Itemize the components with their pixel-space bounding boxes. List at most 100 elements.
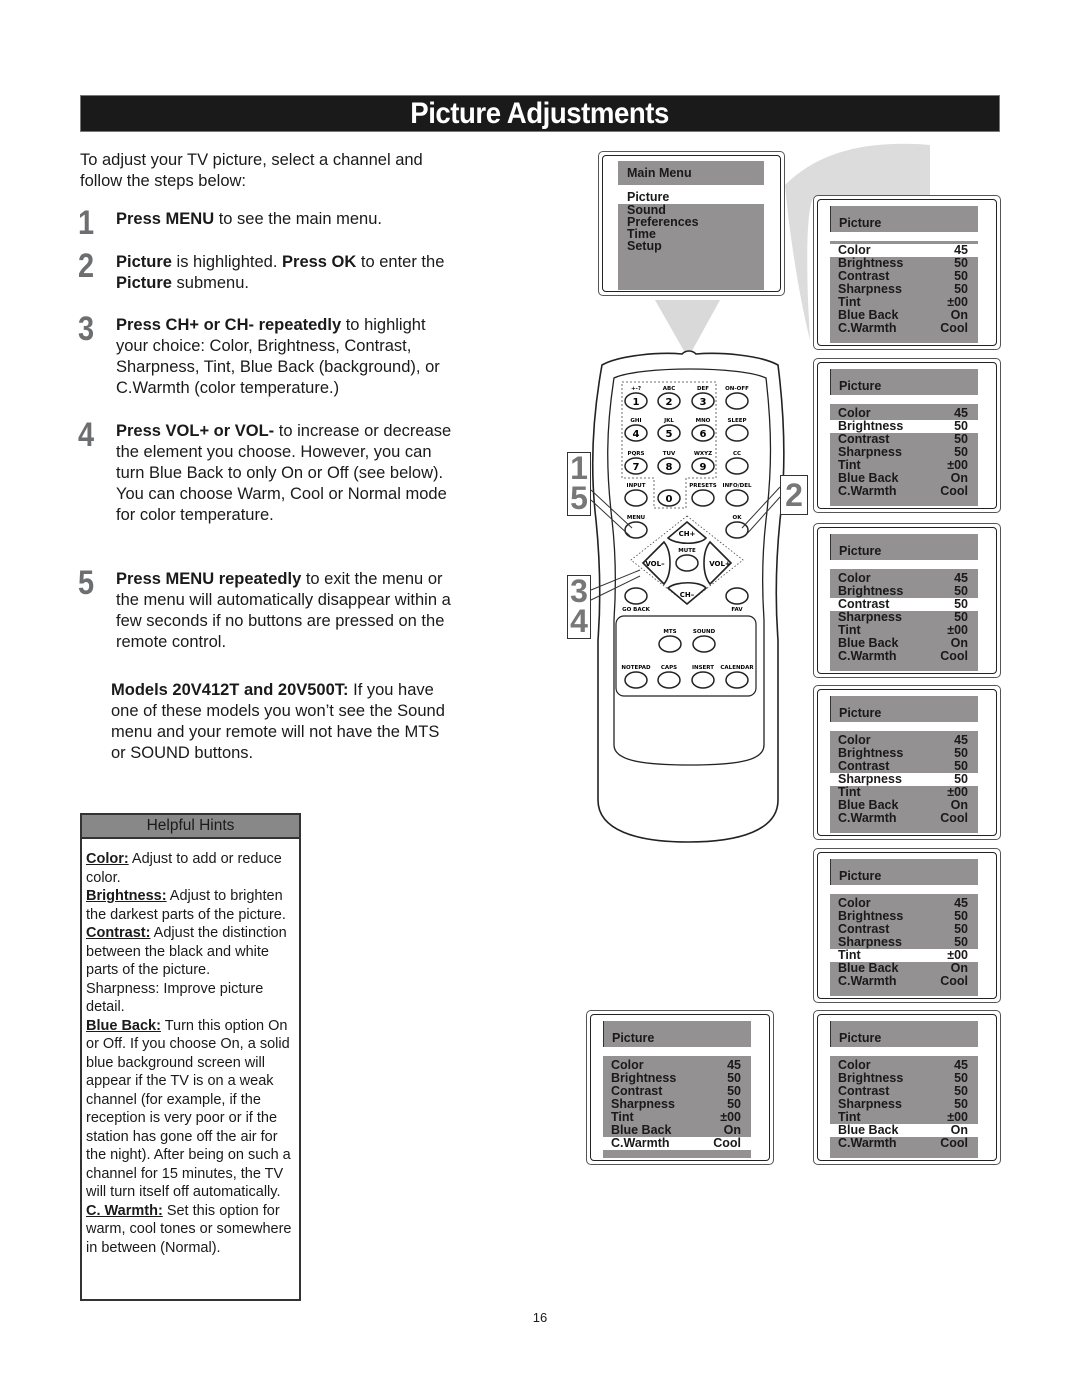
button-label: MENU <box>627 515 645 521</box>
callout-number: 2 <box>785 477 803 513</box>
step-text: Press CH+ or CH- repeatedly to highlight… <box>116 316 440 397</box>
picture-menu-list: Color 45 Brightness 50 Contrast 50 Sharpness 50… <box>830 404 978 506</box>
side-key[interactable]: SLEEP <box>725 418 749 442</box>
setting-value: Cool <box>713 1136 741 1150</box>
picture-menu-title: Picture <box>830 859 978 885</box>
setting-label: C.Warmth <box>838 811 897 825</box>
button-label: MUTE <box>678 548 696 554</box>
helpful-hints-box: Helpful Hints Color: Adjust to add or re… <box>80 813 301 1301</box>
picture-menu-row: C.Warmth Cool <box>830 812 978 825</box>
button-label: PQRS <box>628 451 645 457</box>
pad-label: CH– <box>680 591 695 599</box>
button-label: SLEEP <box>727 418 746 424</box>
button-label: MNO <box>696 418 711 424</box>
picture-menu-screen: Picture Color 45 Brightness 50 Contrast 50 Shar… <box>813 523 1001 678</box>
button-label: GHI <box>630 418 641 424</box>
hints-body: Color: Adjust to add or reduce color. Br… <box>82 839 299 1257</box>
picture-menu-row: C.Warmth Cool <box>830 485 978 498</box>
menu-button[interactable]: MENU <box>624 515 648 539</box>
picture-menu-list: Color 45 Brightness 50 Contrast 50 Sharpness 50… <box>830 1056 978 1158</box>
setting-value: Cool <box>940 321 968 335</box>
button-label: PRESETS <box>689 483 716 489</box>
picture-menu-row: C.Warmth Cool <box>830 975 978 988</box>
sound-button[interactable]: SOUND <box>692 629 716 653</box>
presets-button[interactable]: PRESETS <box>689 483 717 507</box>
step-text: Picture is highlighted. Press OK to ente… <box>116 253 445 292</box>
picture-menu-list: Color 45 Brightness 50 Contrast 50 Sharpness 50… <box>830 731 978 833</box>
picture-menu-row: C.Warmth Cool <box>830 650 978 663</box>
button-key: 1 <box>633 397 640 408</box>
go-back-label: GO BACK <box>622 607 651 613</box>
step-number: 3 <box>78 310 95 348</box>
button-label: INPUT <box>627 483 646 489</box>
setting-value: Cool <box>940 974 968 988</box>
button-label: CALENDAR <box>720 665 754 671</box>
button-label: OK <box>733 515 743 521</box>
models-note: Models 20V412T and 20V500T: If you have … <box>111 681 445 762</box>
button-label: INSERT <box>692 665 714 671</box>
input-button[interactable]: INPUT <box>624 483 648 507</box>
button-label: MTS <box>663 629 676 635</box>
step-5: 5 Press MENU repeatedly to exit the menu… <box>78 565 458 653</box>
button-label: +-? <box>631 386 641 392</box>
picture-menu-list: Color 45 Brightness 50 Contrast 50 Sharpness 50… <box>830 569 978 671</box>
picture-menu-title: Picture <box>830 534 978 560</box>
mute-button[interactable]: MUTE <box>675 548 699 572</box>
button-key: 6 <box>700 429 707 440</box>
hint-c-warmth: C. Warmth: Set this option for warm, coo… <box>86 1202 292 1256</box>
button-key: 0 <box>666 494 673 505</box>
picture-menu-list: Color 45 Brightness 50 Contrast 50 Sharpness 50… <box>830 894 978 996</box>
picture-menu-title: Picture <box>603 1021 751 1047</box>
step-text: Press MENU to see the main menu. <box>116 210 382 228</box>
setting-label: C.Warmth <box>838 649 897 663</box>
bottom-key[interactable]: CAPS <box>657 665 681 689</box>
callout-steps-3-4: 3 4 <box>567 575 591 639</box>
picture-menu-title: Picture <box>830 1021 978 1047</box>
picture-menu-title: Picture <box>830 369 978 395</box>
step-number: 4 <box>78 416 95 454</box>
button-label: JKL <box>663 418 674 424</box>
picture-menu-row: C.Warmth Cool <box>603 1137 751 1150</box>
picture-menu-screen: Picture Color 45 Brightness 50 Contrast 50 Shar… <box>586 1010 774 1165</box>
setting-label: C.Warmth <box>838 321 897 335</box>
step-4: 4 Press VOL+ or VOL- to increase or decr… <box>78 417 458 526</box>
side-key[interactable]: ON-OFF <box>725 386 749 410</box>
pad-label: VOL– <box>645 560 665 568</box>
intro-text: To adjust your TV picture, select a chan… <box>80 151 423 190</box>
hint-color: Color: Adjust to add or reduce color. <box>86 851 282 886</box>
picture-menu-screen: Picture Color 45 Brightness 50 Contrast 50 Shar… <box>813 195 1001 350</box>
go-back-button[interactable] <box>624 587 648 605</box>
hint-brightness: Brightness: Adjust to brighten the darke… <box>86 888 286 923</box>
step-text: Press MENU repeatedly to exit the menu o… <box>116 570 451 651</box>
pad-label: CH+ <box>679 530 696 538</box>
number-key-9[interactable]: WXYZ 9 <box>691 451 715 475</box>
picture-menu-title: Picture <box>830 696 978 722</box>
page-title-bar: Picture Adjustments <box>80 95 1000 132</box>
page-number: 16 <box>532 1310 548 1325</box>
picture-menu-title: Picture <box>830 206 978 232</box>
picture-menu-screen: Picture Color 45 Brightness 50 Contrast 50 Shar… <box>813 685 1001 840</box>
picture-menu-list: Color 45 Brightness 50 Contrast 50 Sharpness 50… <box>830 241 978 343</box>
main-menu-item: Setup <box>627 239 662 253</box>
button-label: INFO/DEL <box>723 483 752 489</box>
picture-menu-screen: Picture Color 45 Brightness 50 Contrast 50 Shar… <box>813 848 1001 1003</box>
fav-button[interactable] <box>725 587 749 605</box>
button-label: ABC <box>663 386 676 392</box>
number-key-7[interactable]: PQRS 7 <box>624 451 648 475</box>
setting-value: Cool <box>940 484 968 498</box>
button-label: SOUND <box>693 629 716 635</box>
main-menu-item: Picture <box>618 190 764 204</box>
picture-menu-list: Color 45 Brightness 50 Contrast 50 Sharpness 50… <box>603 1056 751 1158</box>
main-menu-screen: Main Menu Picture Sound Preferences Time Set… <box>598 151 785 296</box>
setting-label: C.Warmth <box>838 1136 897 1150</box>
button-key: 3 <box>700 397 707 408</box>
bottom-key[interactable]: INSERT <box>691 665 715 689</box>
setting-label: C.Warmth <box>838 974 897 988</box>
number-key-0[interactable]: 0 <box>657 489 681 507</box>
callout-number: 5 <box>570 480 588 516</box>
step-number: 2 <box>78 247 95 285</box>
page-title: Picture Adjustments <box>410 96 670 130</box>
callout-number: 3 <box>570 573 588 609</box>
button-label: TUV <box>663 451 676 457</box>
picture-menu-screen: Picture Color 45 Brightness 50 Contrast 50 Shar… <box>813 358 1001 513</box>
